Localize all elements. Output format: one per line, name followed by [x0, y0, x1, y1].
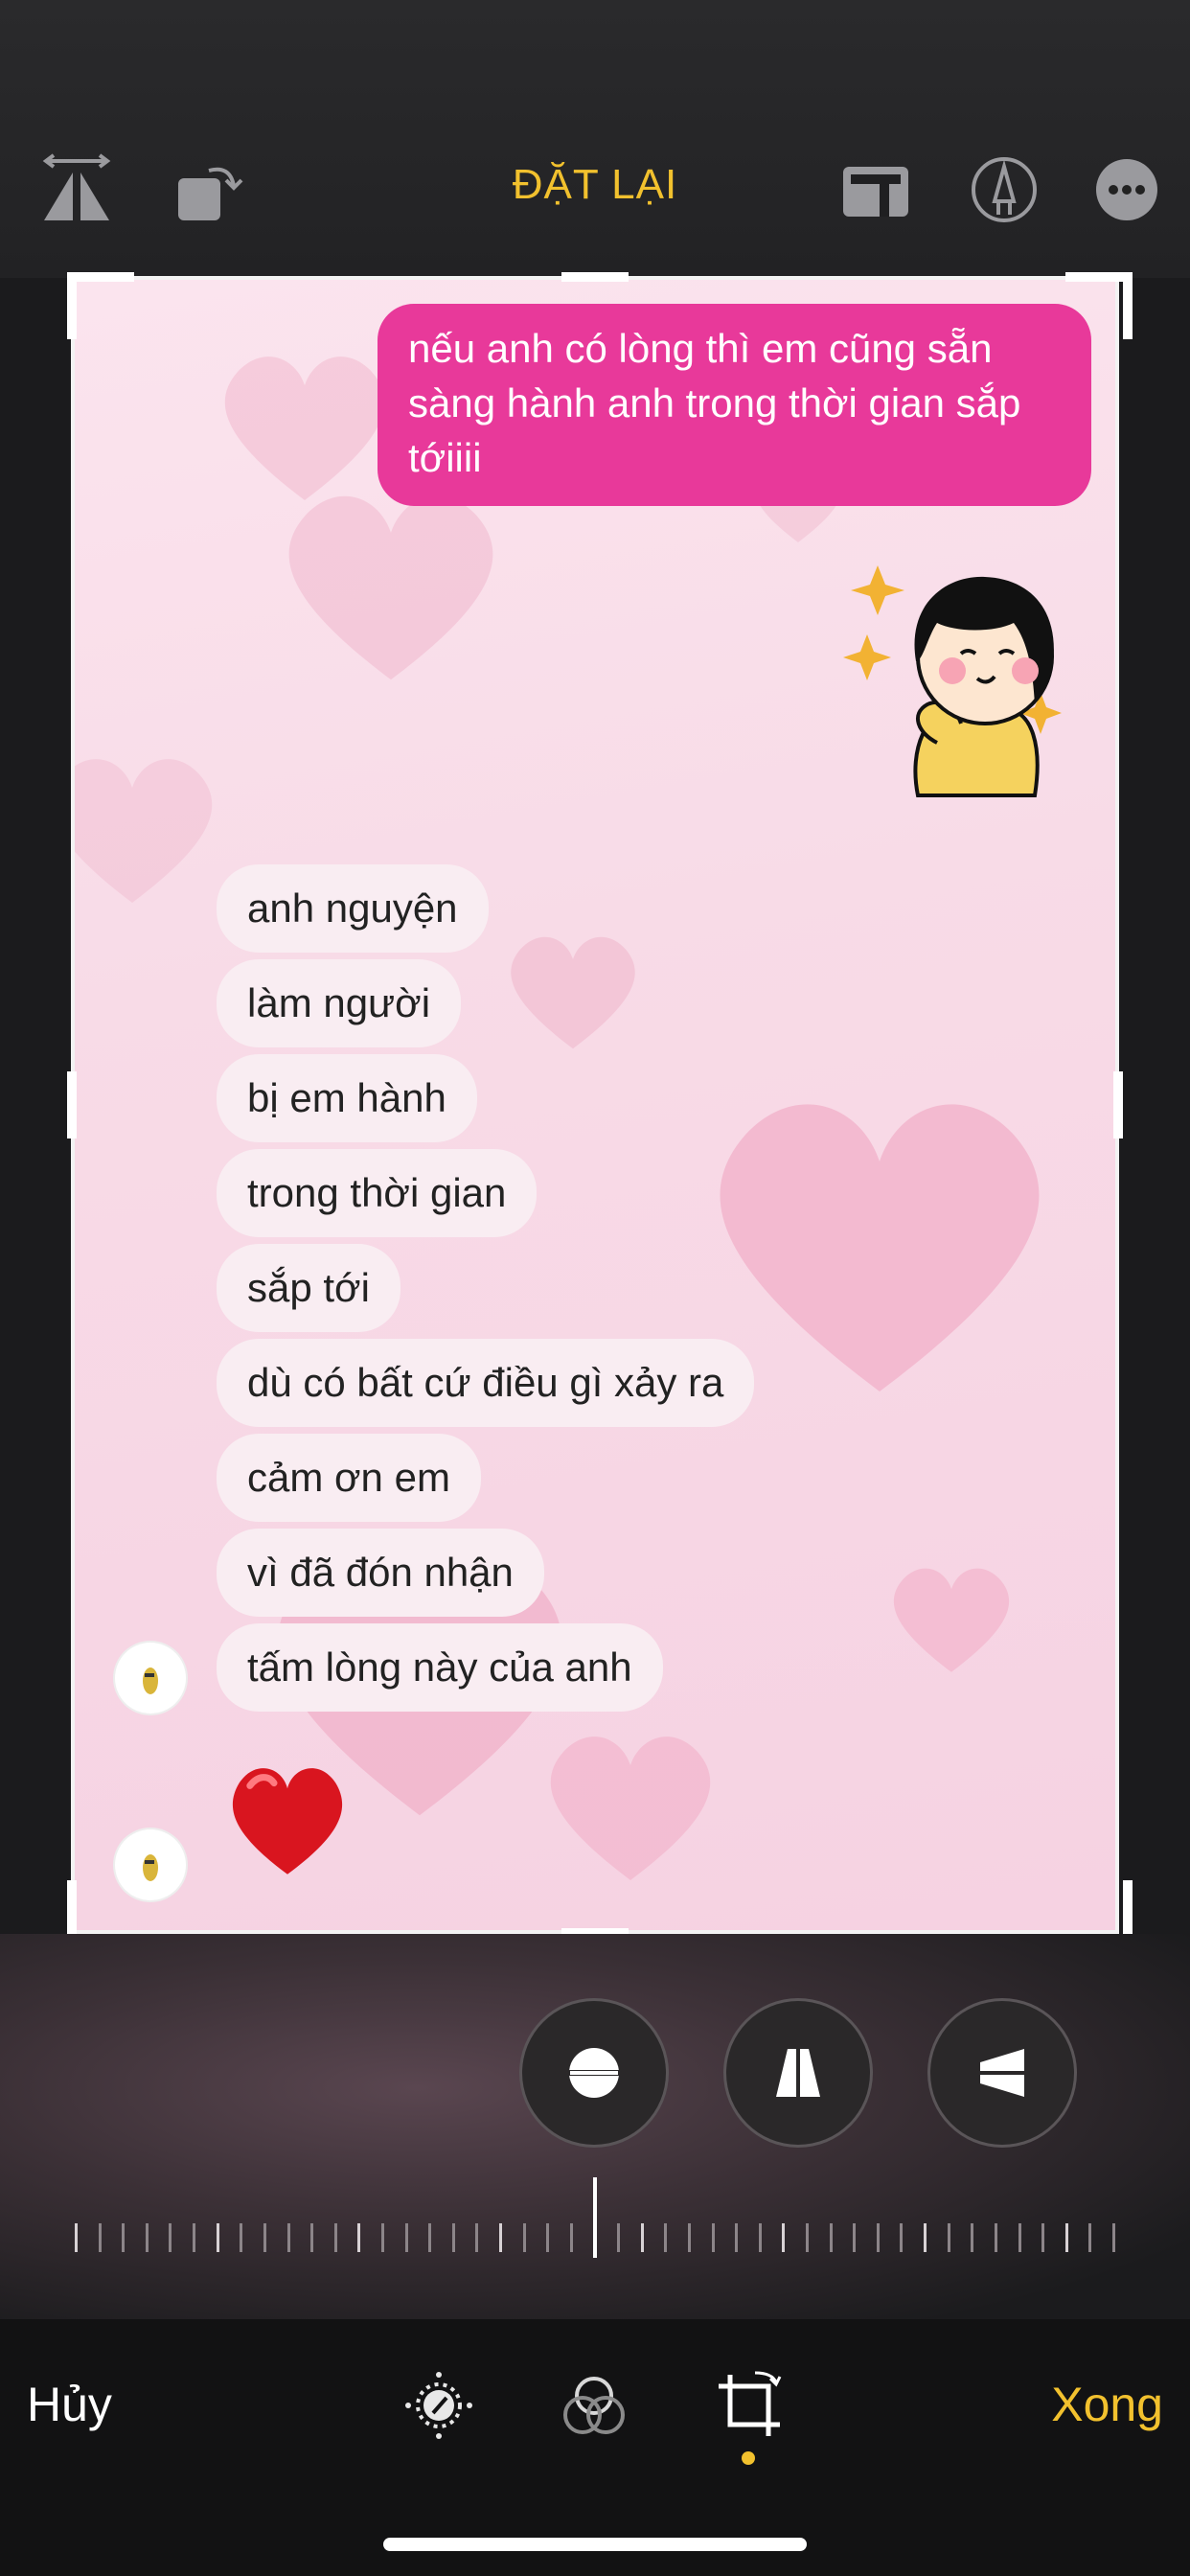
cancel-button[interactable]: Hủy	[27, 2377, 112, 2432]
active-tool-indicator	[742, 2451, 755, 2465]
ruler-tick	[876, 2223, 880, 2252]
filters-icon[interactable]	[556, 2367, 632, 2444]
ruler-tick	[428, 2223, 432, 2252]
ruler-tick	[333, 2223, 337, 2252]
ruler-tick	[145, 2223, 149, 2252]
ruler-tick	[98, 2223, 102, 2252]
done-button[interactable]: Xong	[1051, 2377, 1163, 2432]
background-heart	[75, 759, 213, 903]
ruler-tick	[1112, 2223, 1115, 2252]
ruler-tick	[924, 2223, 927, 2252]
crop-handle-top[interactable]	[561, 272, 629, 282]
red-heart-emoji	[232, 1768, 343, 1874]
ruler-tick	[193, 2223, 196, 2252]
ruler-tick	[853, 2223, 857, 2252]
horizontal-perspective-button[interactable]	[930, 2001, 1074, 2145]
ruler-tick	[806, 2223, 810, 2252]
ruler-tick	[122, 2223, 126, 2252]
crop-handle-top-right[interactable]	[1065, 272, 1133, 339]
ruler-tick	[1064, 2223, 1068, 2252]
received-message-bubble: cảm ơn em	[217, 1434, 481, 1522]
girl-thinking-sticker	[843, 565, 1062, 797]
ruler-tick	[75, 2223, 78, 2252]
home-indicator	[383, 2538, 807, 2551]
ruler-tick	[357, 2223, 361, 2252]
adjust-icon[interactable]	[400, 2367, 477, 2444]
avatar	[115, 1643, 186, 1714]
background-heart	[893, 1568, 1010, 1672]
ruler-tick	[1041, 2223, 1045, 2252]
ruler-tick	[617, 2223, 621, 2252]
ruler-tick	[900, 2223, 904, 2252]
ruler-tick	[263, 2223, 266, 2252]
received-message-bubble: dù có bất cứ điều gì xảy ra	[217, 1339, 755, 1427]
ruler-tick	[475, 2223, 479, 2252]
ruler-tick	[522, 2223, 526, 2252]
background-heart	[550, 1736, 711, 1880]
horizontal-perspective-icon	[973, 2049, 1032, 2097]
crop-handle-left[interactable]	[67, 1071, 77, 1138]
aspect-ratio-icon[interactable]	[837, 151, 914, 228]
ruler-tick	[782, 2223, 786, 2252]
ruler-tick	[380, 2223, 384, 2252]
ruler-tick	[687, 2223, 691, 2252]
ruler-tick	[240, 2223, 243, 2252]
ruler-tick	[1018, 2223, 1021, 2252]
photo-canvas[interactable]: nếu anh có lòng thì em cũng sẵn sàng hàn…	[75, 280, 1115, 1930]
ruler-tick	[829, 2223, 833, 2252]
crop-handle-right[interactable]	[1113, 1071, 1123, 1138]
background-heart	[511, 936, 635, 1049]
ruler-tick	[711, 2223, 715, 2252]
ruler-tick	[1088, 2223, 1092, 2252]
ruler-tick	[216, 2223, 219, 2252]
received-message-bubble: anh nguyện	[217, 864, 489, 953]
ruler-tick	[404, 2223, 408, 2252]
ruler-tick	[664, 2223, 668, 2252]
ruler-tick	[310, 2223, 314, 2252]
ruler-tick	[499, 2223, 503, 2252]
ruler-tick	[947, 2223, 950, 2252]
vertical-perspective-icon	[776, 2043, 820, 2103]
ruler-tick	[640, 2223, 644, 2252]
received-message-bubble: tấm lòng này của anh	[217, 1623, 663, 1712]
ruler-tick	[735, 2223, 739, 2252]
ruler-tick	[451, 2223, 455, 2252]
vertical-perspective-button[interactable]	[726, 2001, 870, 2145]
top-toolbar	[0, 0, 1190, 278]
ruler-center-indicator	[593, 2177, 597, 2258]
ruler-tick	[758, 2223, 762, 2252]
received-message-bubble: sắp tới	[217, 1244, 400, 1332]
ruler-tick	[994, 2223, 997, 2252]
ruler-tick	[169, 2223, 172, 2252]
straighten-icon	[562, 2048, 626, 2098]
crop-handle-top-left[interactable]	[67, 272, 134, 339]
received-message-bubble: bị em hành	[217, 1054, 477, 1142]
ruler-tick	[971, 2223, 974, 2252]
ruler-tick	[569, 2223, 573, 2252]
straighten-button[interactable]	[522, 2001, 666, 2145]
received-message-bubble: làm người	[217, 959, 462, 1047]
ruler-tick	[546, 2223, 550, 2252]
received-message-bubble: vì đã đón nhận	[217, 1529, 544, 1617]
crop-icon[interactable]	[711, 2367, 788, 2444]
more-icon[interactable]	[1088, 151, 1165, 228]
ruler-tick	[286, 2223, 290, 2252]
markup-icon[interactable]	[966, 151, 1042, 228]
received-message-bubble: trong thời gian	[217, 1149, 538, 1237]
sent-message-bubble: nếu anh có lòng thì em cũng sẵn sàng hàn…	[378, 304, 1091, 506]
